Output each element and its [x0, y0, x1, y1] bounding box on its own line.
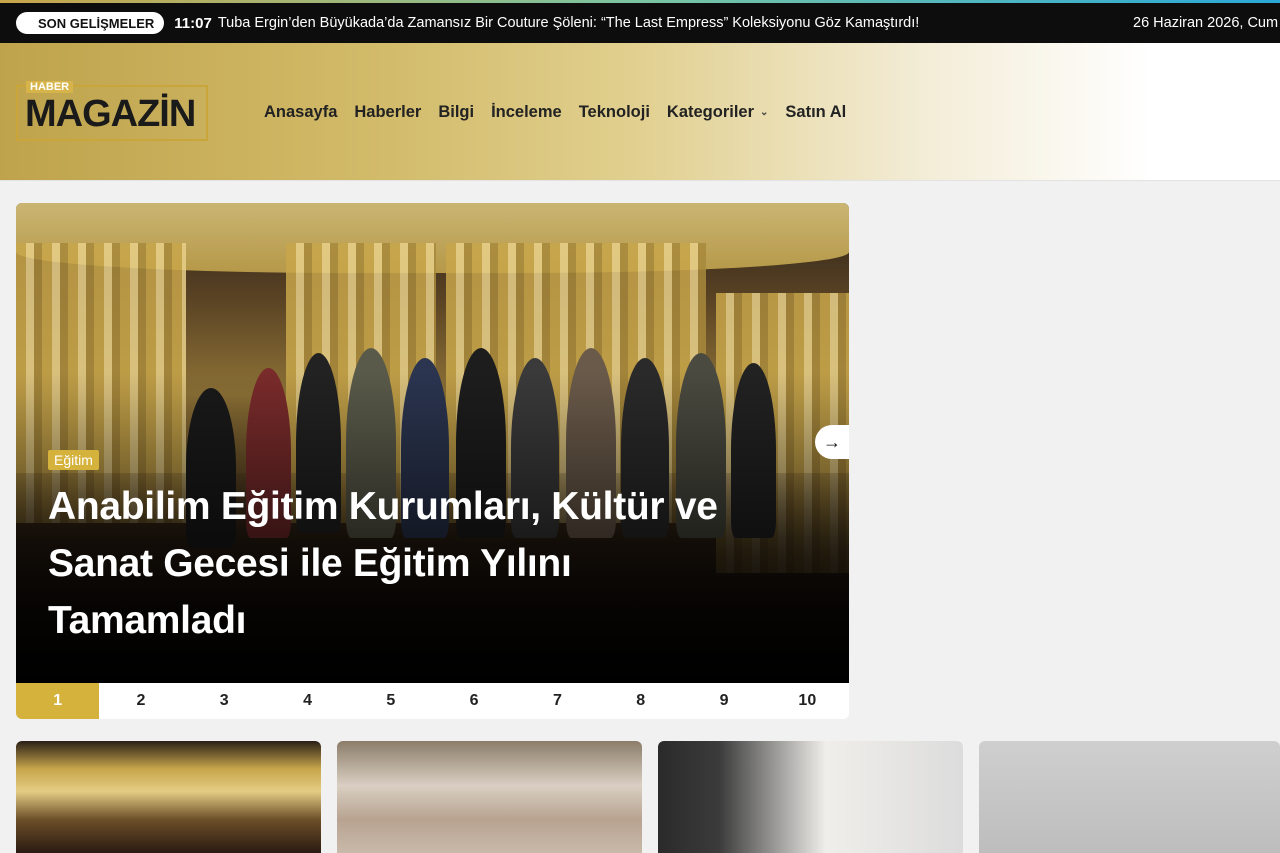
- logo-big-text: MAGAZİN: [25, 93, 196, 135]
- ticker-headline-link[interactable]: Tuba Ergin’den Büyükada’da Zamansız Bir …: [218, 15, 919, 31]
- nav-item-satin-al[interactable]: Satın Al: [785, 103, 846, 122]
- live-dot-icon: [24, 19, 32, 27]
- site-logo[interactable]: HABER MAGAZİN: [16, 81, 208, 141]
- ticker-time: 11:07: [174, 14, 212, 32]
- breaking-news-badge: SON GELİŞMELER: [16, 12, 165, 34]
- featured-slider: Eğitim Anabilim Eğitim Kurumları, Kültür…: [16, 203, 849, 719]
- slider-page-7[interactable]: 7: [516, 683, 599, 719]
- news-card-image[interactable]: [979, 741, 1280, 853]
- breaking-news-badge-label: SON GELİŞMELER: [38, 15, 155, 31]
- slider-page-1[interactable]: 1: [16, 683, 100, 719]
- slide-category-badge[interactable]: Eğitim: [48, 450, 99, 470]
- news-card-image[interactable]: [16, 741, 321, 853]
- slider-page-4[interactable]: 4: [266, 683, 349, 719]
- slider-page-9[interactable]: 9: [682, 683, 765, 719]
- current-date: 26 Haziran 2026, Cum: [1133, 15, 1279, 31]
- slider-page-2[interactable]: 2: [99, 683, 182, 719]
- chevron-down-icon: ⌄: [760, 106, 769, 118]
- news-card-image[interactable]: [337, 741, 642, 853]
- nav-item-bilgi[interactable]: Bilgi: [438, 103, 474, 122]
- slider-next-button[interactable]: →: [815, 425, 849, 459]
- slider-page-8[interactable]: 8: [599, 683, 682, 719]
- slider-page-5[interactable]: 5: [349, 683, 432, 719]
- slider-page-10[interactable]: 10: [766, 683, 849, 719]
- slider-pagination: 1 2 3 4 5 6 7 8 9 10: [16, 683, 849, 719]
- nav-item-anasayfa[interactable]: Anasayfa: [264, 103, 337, 122]
- arrow-right-icon: →: [823, 431, 841, 452]
- main-nav: Anasayfa Haberler Bilgi İnceleme Teknolo…: [264, 43, 846, 181]
- news-card-image[interactable]: [658, 741, 963, 853]
- slide-title[interactable]: Anabilim Eğitim Kurumları, Kültür ve San…: [48, 478, 768, 649]
- featured-slide[interactable]: Eğitim Anabilim Eğitim Kurumları, Kültür…: [16, 203, 849, 683]
- slider-page-6[interactable]: 6: [432, 683, 515, 719]
- site-header: HABER MAGAZİN Anasayfa Haberler Bilgi İn…: [0, 43, 1280, 181]
- breaking-news-ticker: SON GELİŞMELER 11:07 Tuba Ergin’den Büyü…: [0, 3, 1280, 43]
- nav-item-kategoriler[interactable]: Kategoriler ⌄: [667, 103, 769, 122]
- slider-page-3[interactable]: 3: [183, 683, 266, 719]
- nav-item-haberler[interactable]: Haberler: [354, 103, 421, 122]
- nav-item-teknoloji[interactable]: Teknoloji: [579, 103, 650, 122]
- nav-item-inceleme[interactable]: İnceleme: [491, 103, 562, 122]
- nav-item-kategoriler-label: Kategoriler: [666, 102, 755, 121]
